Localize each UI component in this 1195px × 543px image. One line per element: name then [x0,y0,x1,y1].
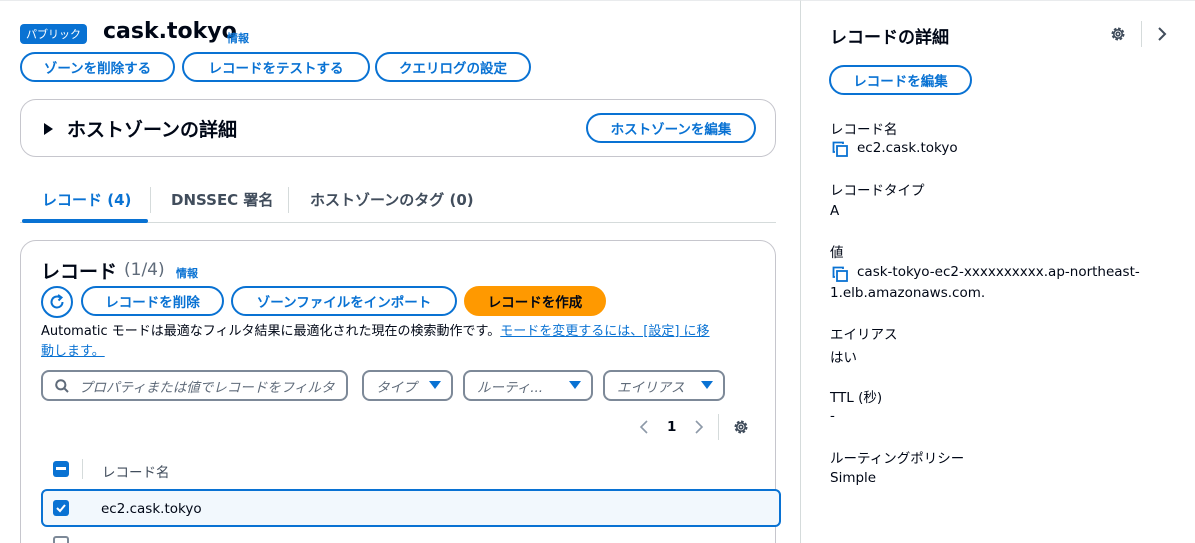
select-all-checkbox[interactable] [53,461,69,477]
change-mode-link-cont[interactable]: 動します。 [41,344,105,359]
ttl-value: - [830,408,835,424]
pagination-divider [718,414,719,440]
tab-records[interactable]: レコード (4) [42,189,131,210]
records-count: (1/4) [124,260,165,280]
record-details-panel: レコードの詳細 レコードを編集 レコード名 ec2.cask.tokyo レコー… [800,0,1195,543]
caret-right-icon[interactable] [43,123,53,135]
copy-icon[interactable] [832,141,848,157]
caret-down-icon [701,381,713,389]
value-line-2: 1.elb.amazonaws.com. [830,285,986,301]
type-filter-label: タイプ [376,379,417,396]
column-header-record-name[interactable]: レコード名 [102,461,170,481]
caret-down-icon [569,381,581,389]
row-checkbox[interactable] [53,536,69,543]
search-mode-notice: Automatic モードは最適なフィルタ結果に最適化された現在の検索動作です。… [41,322,761,362]
records-title: レコード [41,261,118,283]
ttl-label: TTL (秒) [830,390,883,406]
chevron-left-icon[interactable] [639,420,649,434]
record-type-label: レコードタイプ [830,183,925,199]
routing-policy-label: ルーティングポリシー [830,451,965,467]
value-label: 値 [830,245,844,261]
refresh-icon [50,294,64,309]
info-link[interactable]: 情報 [227,30,249,46]
search-input[interactable]: プロパティまたは値でレコードをフィルタ [41,370,348,401]
search-placeholder: プロパティまたは値でレコードをフィルタ [79,379,335,396]
alias-label: エイリアス [830,327,898,343]
panel-divider [1141,21,1142,47]
record-name-label: レコード名 [830,122,898,138]
check-icon [56,504,66,513]
routing-policy-value: Simple [830,470,877,486]
gear-icon[interactable] [1109,25,1127,43]
records-info-link[interactable]: 情報 [176,265,198,281]
tab-divider [288,187,289,213]
page-title: cask.tokyo [103,19,237,44]
tab-tags[interactable]: ホストゾーンのタグ (0) [310,189,474,210]
indeterminate-mark [56,467,66,470]
hosted-zone-details-card: ホストゾーンの詳細 ホストゾーンを編集 [20,99,776,157]
row-checkbox[interactable] [53,500,69,516]
visibility-badge: パブリック [20,24,87,44]
hosted-zone-details-title[interactable]: ホストゾーンの詳細 [67,115,237,142]
tab-dnssec[interactable]: DNSSEC 署名 [171,189,273,210]
chevron-right-icon[interactable] [694,420,704,434]
main-content: パブリック cask.tokyo 情報 ゾーンを削除する レコードをテストする … [0,0,800,543]
notice-text: Automatic モードは最適なフィルタ結果に最適化された現在の検索動作です。 [41,324,501,339]
delete-zone-button[interactable]: ゾーンを削除する [20,52,175,82]
record-type-value: A [830,203,840,219]
change-mode-link[interactable]: モードを変更するには、[設定] に移 [500,324,709,339]
delete-record-button[interactable]: レコードを削除 [81,286,224,316]
alias-value: はい [830,350,857,366]
copy-icon[interactable] [832,266,848,282]
test-record-button[interactable]: レコードをテストする [182,52,370,82]
chevron-right-icon[interactable] [1157,27,1167,41]
tab-active-indicator [22,219,148,223]
row-record-name: ec2.cask.tokyo [101,501,202,517]
edit-hosted-zone-button[interactable]: ホストゾーンを編集 [586,113,756,143]
tabs: レコード (4) DNSSEC 署名 ホストゾーンのタグ (0) [20,181,776,223]
tab-divider [150,187,151,213]
column-divider [82,459,83,479]
routing-filter-select[interactable]: ルーティ... [463,370,593,401]
type-filter-select[interactable]: タイプ [362,370,453,401]
routing-filter-label: ルーティ... [477,379,544,396]
alias-filter-select[interactable]: エイリアス [603,370,725,401]
panel-title: レコードの詳細 [830,28,949,48]
gear-icon[interactable] [732,418,750,436]
search-icon [55,379,69,393]
caret-down-icon [429,381,441,389]
value-line-1: cask-tokyo-ec2-xxxxxxxxxx.ap-northeast- [857,264,1140,280]
refresh-button[interactable] [41,286,73,318]
query-log-button[interactable]: クエリログの設定 [375,52,531,82]
record-name-value: ec2.cask.tokyo [857,140,958,156]
create-record-button[interactable]: レコードを作成 [464,286,606,316]
edit-record-button[interactable]: レコードを編集 [829,65,972,95]
page-number[interactable]: 1 [667,419,676,435]
import-zone-file-button[interactable]: ゾーンファイルをインポート [231,286,457,316]
alias-filter-label: エイリアス [617,379,685,396]
